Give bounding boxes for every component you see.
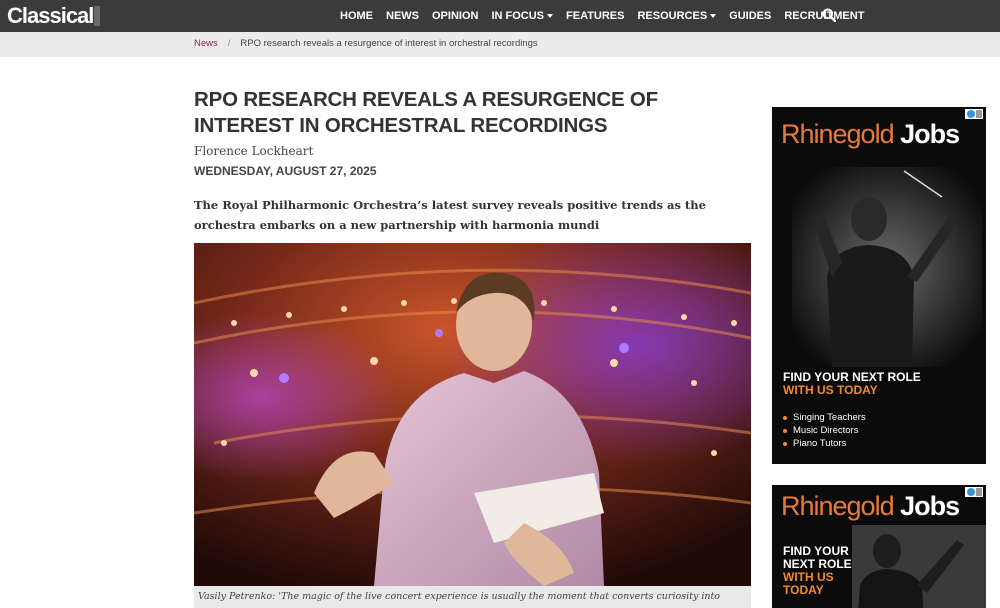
ad-choices-icon[interactable] (965, 487, 983, 497)
nav-guides-label: GUIDES (729, 10, 772, 22)
breadcrumb-current: RPO research reveals a resurgence of int… (240, 38, 538, 49)
site-logo[interactable]: Classical (7, 3, 101, 29)
article-author[interactable]: Florence Lockheart (194, 144, 313, 158)
ad-list-item: Music Directors (783, 424, 866, 437)
conductor-silhouette-image (792, 167, 982, 367)
search-icon[interactable] (822, 8, 836, 22)
nav-guides[interactable]: GUIDES (729, 10, 771, 22)
rhinegold-jobs-ad-2[interactable]: Rhinegold Jobs FIND YOUR NEXT ROLE WITH … (772, 485, 986, 608)
breadcrumb-separator: / (227, 38, 231, 49)
ad-call-to-action: FIND YOUR NEXT ROLE WITH US TODAY (783, 545, 852, 597)
ad-list-item: Piano Tutors (783, 437, 866, 450)
hero-image (194, 243, 751, 586)
breadcrumb-bar: News / RPO research reveals a resurgence… (0, 32, 1000, 57)
ad-brand: Rhinegold Jobs (781, 119, 960, 150)
article-date: WEDNESDAY, AUGUST 27, 2025 (194, 164, 377, 178)
image-caption: Vasily Petrenko: 'The magic of the live … (198, 591, 721, 602)
rhinegold-jobs-ad[interactable]: Rhinegold Jobs FIND YOUR NEXT ROLE WITH … (772, 107, 986, 464)
nav-resources-label: RESOURCES (637, 10, 708, 22)
nav-resources[interactable]: RESOURCES (637, 10, 717, 22)
conductor-silhouette-image (852, 525, 986, 608)
nav-opinion-label: OPINION (432, 10, 479, 22)
ad-brand: Rhinegold Jobs (781, 491, 960, 522)
ad-brand-name: Rhinegold (781, 119, 895, 149)
article-title: RPO RESEARCH REVEALS A RESURGENCE OF INT… (194, 88, 658, 137)
ad-brand-jobs: Jobs (900, 119, 960, 149)
ad-cta-line2: WITH US TODAY (783, 383, 878, 397)
nav-opinion[interactable]: OPINION (432, 10, 478, 22)
top-navigation-bar: Classical HOME NEWS OPINION IN FOCUS FEA… (0, 0, 1000, 32)
nav-in-focus[interactable]: IN FOCUS (491, 10, 554, 22)
nav-features[interactable]: FEATURES (566, 10, 624, 22)
ad-brand-name: Rhinegold (781, 491, 895, 521)
chevron-down-icon (710, 14, 717, 18)
nav-in-focus-label: IN FOCUS (491, 10, 545, 22)
nav-features-label: FEATURES (566, 10, 625, 22)
article-standfirst: The Royal Philharmonic Orchestra’s lates… (194, 198, 706, 232)
ad-job-list: Singing Teachers Music Directors Piano T… (783, 411, 866, 450)
ad-cta-line4: TODAY (783, 583, 824, 597)
nav-home-label: HOME (340, 10, 373, 22)
logo-text: Classical (7, 3, 94, 28)
ad-call-to-action: FIND YOUR NEXT ROLE WITH US TODAY (783, 371, 921, 397)
ad-choices-icon[interactable] (965, 109, 983, 119)
image-caption-box: Vasily Petrenko: 'The magic of the live … (194, 586, 751, 608)
nav-news[interactable]: NEWS (386, 10, 419, 22)
chevron-down-icon (547, 14, 554, 18)
logo-mark (94, 6, 101, 26)
ad-brand-jobs: Jobs (900, 491, 960, 521)
breadcrumb-news-link[interactable]: News (194, 38, 218, 49)
ad-list-item: Singing Teachers (783, 411, 866, 424)
conductor-photo (194, 243, 751, 586)
breadcrumb: News / RPO research reveals a resurgence… (194, 38, 538, 49)
nav-home[interactable]: HOME (340, 10, 373, 22)
main-nav: HOME NEWS OPINION IN FOCUS FEATURES RESO… (340, 0, 877, 32)
nav-news-label: NEWS (386, 10, 419, 22)
